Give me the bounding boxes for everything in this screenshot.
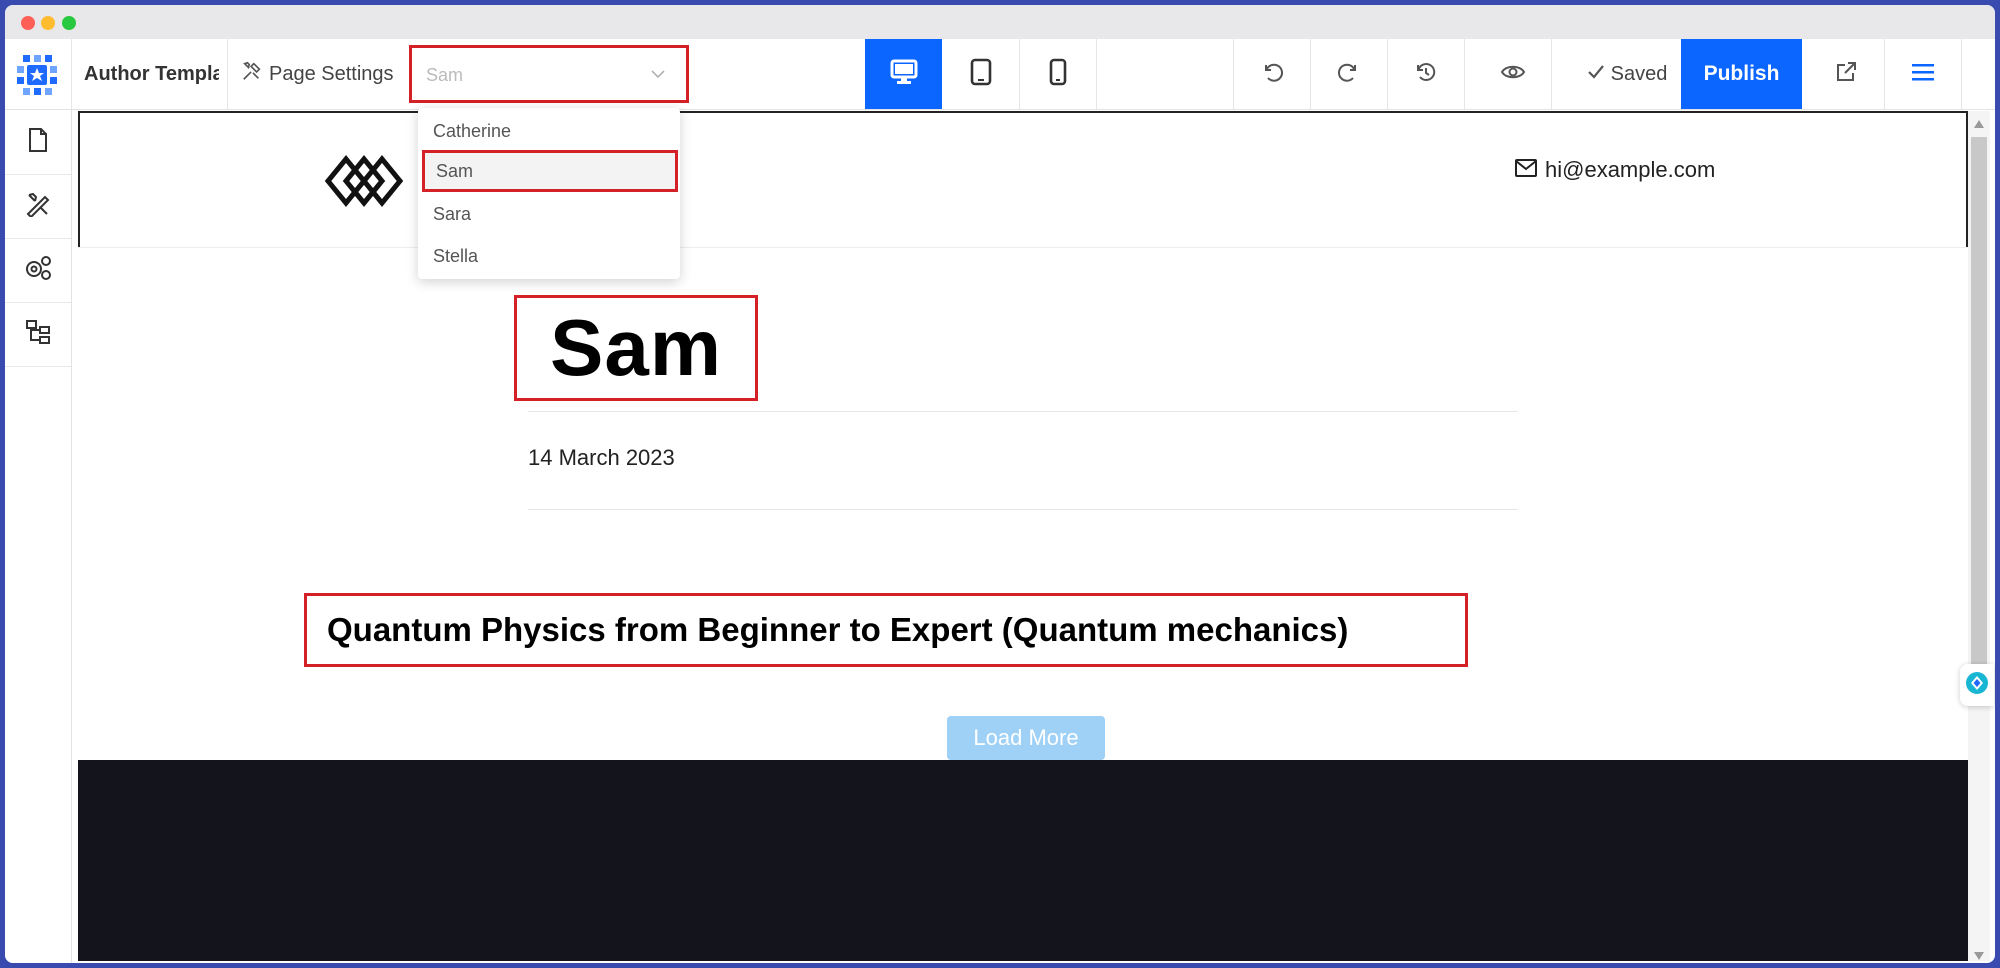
author-select-value: Sam (426, 65, 464, 85)
dropdown-option-sam[interactable]: Sam (422, 150, 678, 192)
page-settings-label: Page Settings (269, 62, 394, 85)
saved-label: Saved (1610, 62, 1668, 85)
left-sidebar (5, 110, 72, 963)
saved-status: Saved (1572, 39, 1682, 109)
site-header: hi@example.com (78, 111, 1968, 247)
publish-button[interactable]: Publish (1681, 39, 1802, 109)
post-title-highlight: Quantum Physics from Beginner to Expert … (304, 593, 1468, 667)
sidebar-item-design[interactable] (5, 174, 71, 239)
sidebar-item-structure[interactable] (5, 302, 71, 367)
minimize-window-button[interactable] (41, 16, 55, 30)
scroll-up-icon[interactable] (1974, 115, 1984, 133)
template-title: Author Template (84, 63, 219, 85)
sidebar-item-pages[interactable] (5, 110, 71, 175)
hamburger-menu-icon (1911, 63, 1934, 86)
page-canvas: hi@example.com Sam 14 March 2023 Quantum… (78, 111, 1968, 961)
tablet-view-button[interactable] (942, 39, 1019, 109)
dropdown-option-catherine[interactable]: Catherine (418, 110, 680, 152)
assistant-float-button[interactable] (1960, 664, 1994, 706)
scroll-down-icon[interactable] (1974, 947, 1984, 963)
page-settings-button[interactable]: Page Settings (241, 59, 394, 89)
tools-icon (241, 60, 263, 88)
editor-toolbar: Author Template Page Settings Sam (5, 39, 1995, 110)
undo-icon (1260, 60, 1284, 89)
tablet-icon (970, 58, 992, 91)
design-tools-icon (25, 191, 51, 222)
load-more-button[interactable]: Load More (947, 716, 1105, 760)
mobile-icon (1049, 58, 1067, 91)
redo-icon (1337, 60, 1361, 89)
author-date: 14 March 2023 (528, 445, 675, 470)
tree-structure-icon (25, 319, 51, 350)
eye-icon (1500, 62, 1526, 87)
assistant-icon (1965, 671, 1989, 700)
site-logo-icon[interactable] (324, 155, 404, 212)
undo-button[interactable] (1233, 39, 1310, 109)
desktop-icon (890, 59, 918, 90)
post-title-link[interactable]: Quantum Physics from Beginner to Expert … (327, 611, 1348, 649)
history-icon (1414, 60, 1438, 89)
email-text: hi@example.com (1545, 157, 1716, 182)
scrollbar-thumb[interactable] (1971, 137, 1987, 687)
envelope-icon (1515, 157, 1537, 183)
date-divider (528, 509, 1518, 510)
site-footer (78, 760, 1968, 961)
desktop-view-button[interactable] (865, 39, 942, 109)
page-icon (26, 127, 50, 158)
author-name-heading: Sam (550, 303, 722, 392)
redo-button[interactable] (1310, 39, 1387, 109)
gears-icon (23, 254, 53, 287)
header-email[interactable]: hi@example.com (1515, 157, 1715, 183)
header-divider (78, 247, 1968, 248)
menu-button[interactable] (1884, 39, 1961, 109)
close-window-button[interactable] (21, 16, 35, 30)
title-divider (528, 411, 1518, 412)
mobile-view-button[interactable] (1019, 39, 1096, 109)
preview-button[interactable] (1474, 39, 1551, 109)
author-select[interactable]: Sam (409, 45, 689, 103)
check-icon (1587, 63, 1605, 86)
chevron-down-icon (650, 66, 666, 87)
author-dropdown-menu: Catherine Sam Sara Stella (418, 108, 680, 279)
title-bar (5, 5, 1995, 39)
author-name-highlight: Sam (514, 295, 758, 401)
external-link-icon (1834, 60, 1858, 89)
app-logo-icon[interactable] (15, 53, 59, 97)
app-window: Author Template Page Settings Sam (5, 5, 1995, 963)
history-button[interactable] (1387, 39, 1464, 109)
dropdown-option-stella[interactable]: Stella (418, 235, 680, 277)
dropdown-option-sara[interactable]: Sara (418, 193, 680, 235)
canvas-scrollbar[interactable] (1968, 111, 1990, 961)
maximize-window-button[interactable] (62, 16, 76, 30)
open-external-button[interactable] (1807, 39, 1884, 109)
sidebar-item-settings[interactable] (5, 238, 71, 303)
